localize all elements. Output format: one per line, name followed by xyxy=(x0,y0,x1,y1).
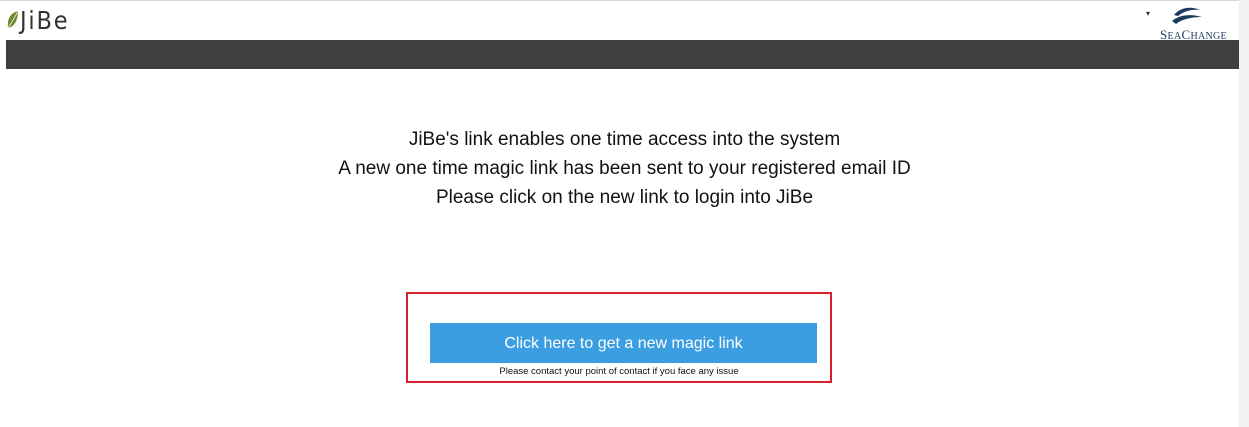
message-line: A new one time magic link has been sent … xyxy=(338,158,911,179)
logo-text: JiBe xyxy=(20,5,70,35)
get-magic-link-button[interactable]: Click here to get a new magic link xyxy=(430,323,817,363)
jibe-logo[interactable]: JiBe xyxy=(6,4,75,36)
header: JiBe ▾ SEACHANGE xyxy=(0,1,1239,42)
seachange-logo: SEACHANGE xyxy=(1160,6,1235,42)
user-menu-caret-icon[interactable]: ▾ xyxy=(1143,9,1153,19)
message-line: JiBe's link enables one time access into… xyxy=(408,129,841,150)
vertical-scrollbar[interactable] xyxy=(1239,0,1249,427)
leaf-icon xyxy=(7,10,19,29)
seachange-wave-icon xyxy=(1172,7,1202,24)
contact-note: Please contact your point of contact if … xyxy=(499,366,739,377)
page: JiBe ▾ SEACHANGE JiBe's link enables one… xyxy=(0,0,1249,427)
message-line: Please click on the new link to login in… xyxy=(435,187,814,208)
navigation-bar xyxy=(6,40,1239,69)
message-block: JiBe's link enables one time access into… xyxy=(0,125,1249,212)
